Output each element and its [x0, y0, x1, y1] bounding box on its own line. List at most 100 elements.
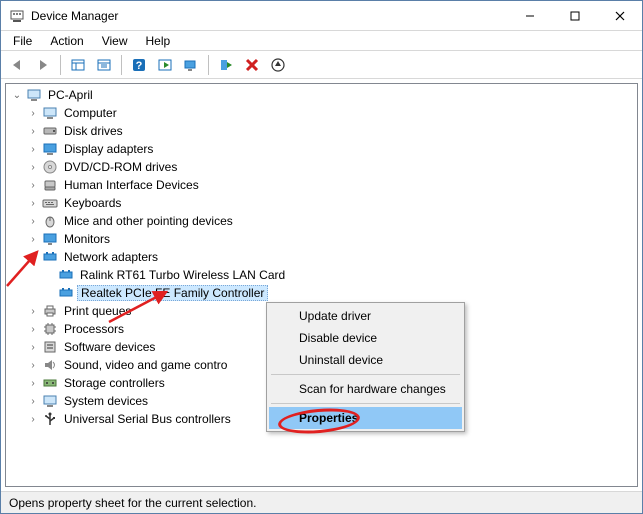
software-device-icon [42, 339, 58, 355]
ctx-properties[interactable]: Properties [269, 407, 462, 429]
sound-icon [42, 357, 58, 373]
display-adapter-icon [42, 141, 58, 157]
node-label: Human Interface Devices [62, 178, 201, 192]
window-title: Device Manager [31, 9, 118, 23]
menu-view[interactable]: View [94, 33, 136, 49]
properties-button[interactable] [92, 54, 116, 76]
network-adapter-icon [58, 285, 74, 301]
keyboard-icon [42, 195, 58, 211]
usb-icon [42, 411, 58, 427]
node-label: Storage controllers [62, 376, 167, 390]
monitor-icon [42, 231, 58, 247]
menubar: File Action View Help [1, 31, 642, 51]
mouse-icon [42, 213, 58, 229]
show-hide-tree-button[interactable] [66, 54, 90, 76]
tree-node-hid[interactable]: › Human Interface Devices [6, 176, 637, 194]
expander-icon[interactable]: › [26, 304, 40, 318]
tree-node-network-child-ralink[interactable]: ›Ralink RT61 Turbo Wireless LAN Card [6, 266, 637, 284]
expander-icon[interactable]: › [26, 214, 40, 228]
expander-icon[interactable]: › [26, 412, 40, 426]
expander-icon[interactable]: › [26, 340, 40, 354]
dvd-icon [42, 159, 58, 175]
statusbar-text: Opens property sheet for the current sel… [9, 496, 256, 510]
titlebar: Device Manager [1, 1, 642, 31]
tree-node-dvd[interactable]: › DVD/CD-ROM drives [6, 158, 637, 176]
expander-icon[interactable]: › [26, 178, 40, 192]
expander-icon[interactable]: › [26, 376, 40, 390]
menu-file[interactable]: File [5, 33, 40, 49]
minimize-button[interactable] [507, 1, 552, 30]
computer-category-icon [42, 105, 58, 121]
expander-icon[interactable]: ⌄ [10, 88, 24, 102]
node-label: Ralink RT61 Turbo Wireless LAN Card [78, 268, 287, 282]
close-button[interactable] [597, 1, 642, 30]
expander-icon[interactable]: › [26, 142, 40, 156]
device-tree[interactable]: ⌄ PC-April › Computer › Disk drives › Displ… [5, 83, 638, 487]
help-button[interactable]: ? [127, 54, 151, 76]
expander-icon[interactable]: › [26, 394, 40, 408]
update-driver-button[interactable] [266, 54, 290, 76]
tree-node-network-child-realtek[interactable]: ›Realtek PCIe FE Family Controller [6, 284, 637, 302]
node-label: DVD/CD-ROM drives [62, 160, 179, 174]
toolbar-separator [60, 55, 61, 75]
tree-node-mice[interactable]: ›Mice and other pointing devices [6, 212, 637, 230]
tree-node-keyboards[interactable]: ›Keyboards [6, 194, 637, 212]
toolbar-separator [208, 55, 209, 75]
node-label: Sound, video and game contro [62, 358, 229, 372]
node-label: Network adapters [62, 250, 160, 264]
expander-icon[interactable]: › [26, 232, 40, 246]
node-label: PC-April [46, 88, 95, 102]
toolbar-separator [121, 55, 122, 75]
action-button[interactable] [153, 54, 177, 76]
svg-text:?: ? [136, 60, 143, 72]
node-label: Computer [62, 106, 119, 120]
node-label: Software devices [62, 340, 157, 354]
statusbar: Opens property sheet for the current sel… [1, 491, 642, 513]
ctx-separator [271, 374, 460, 375]
expander-icon[interactable]: › [26, 358, 40, 372]
network-adapter-icon [58, 267, 74, 283]
expander-icon[interactable]: ⌄ [26, 250, 40, 264]
computer-icon [26, 87, 42, 103]
enable-device-button[interactable] [214, 54, 238, 76]
tree-node-network-adapters[interactable]: ⌄ Network adapters [6, 248, 637, 266]
node-label: Display adapters [62, 142, 155, 156]
expander-icon[interactable]: › [26, 106, 40, 120]
storage-controller-icon [42, 375, 58, 391]
ctx-uninstall-device[interactable]: Uninstall device [269, 349, 462, 371]
scan-hardware-button[interactable] [179, 54, 203, 76]
printer-icon [42, 303, 58, 319]
expander-icon[interactable]: › [26, 196, 40, 210]
menu-action[interactable]: Action [42, 33, 91, 49]
system-device-icon [42, 393, 58, 409]
ctx-scan-hardware[interactable]: Scan for hardware changes [269, 378, 462, 400]
disk-icon [42, 123, 58, 139]
uninstall-device-button[interactable] [240, 54, 264, 76]
hid-icon [42, 177, 58, 193]
expander-icon[interactable]: › [26, 124, 40, 138]
tree-node-monitors[interactable]: › Monitors [6, 230, 637, 248]
network-icon [42, 249, 58, 265]
maximize-button[interactable] [552, 1, 597, 30]
menu-help[interactable]: Help [138, 33, 179, 49]
toolbar: ? [1, 51, 642, 79]
tree-node-computer[interactable]: › Computer [6, 104, 637, 122]
node-label: Disk drives [62, 124, 125, 138]
expander-icon[interactable]: › [26, 160, 40, 174]
ctx-disable-device[interactable]: Disable device [269, 327, 462, 349]
tree-node-disk-drives[interactable]: › Disk drives [6, 122, 637, 140]
forward-button[interactable] [31, 54, 55, 76]
tree-node-root[interactable]: ⌄ PC-April [6, 86, 637, 104]
expander-icon[interactable]: › [26, 322, 40, 336]
node-label: Monitors [62, 232, 112, 246]
ctx-update-driver[interactable]: Update driver [269, 305, 462, 327]
processor-icon [42, 321, 58, 337]
tree-node-display-adapters[interactable]: › Display adapters [6, 140, 637, 158]
node-label-selected: Realtek PCIe FE Family Controller [77, 285, 268, 301]
ctx-separator [271, 403, 460, 404]
app-icon [9, 8, 25, 24]
context-menu: Update driver Disable device Uninstall d… [266, 302, 465, 432]
node-label: Print queues [62, 304, 133, 318]
content-area: ⌄ PC-April › Computer › Disk drives › Displ… [1, 79, 642, 491]
back-button[interactable] [5, 54, 29, 76]
